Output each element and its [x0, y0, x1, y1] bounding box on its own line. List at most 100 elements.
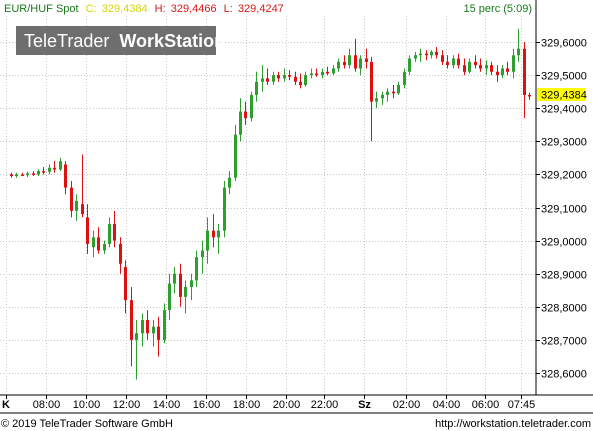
x-tick-label: 10:00 — [73, 399, 101, 411]
candle-body-down — [130, 300, 133, 340]
plot-area[interactable] — [0, 0, 536, 395]
candle-body-up — [283, 75, 286, 79]
candle-body-down — [277, 75, 280, 79]
candle-body-down — [496, 71, 499, 76]
x-tick-label: 20:00 — [273, 399, 301, 411]
candle-body-up — [348, 55, 351, 66]
candle-body-up — [272, 75, 275, 82]
candle-body-down — [10, 174, 13, 177]
candle-body-down — [425, 53, 428, 56]
header-symbol: EUR/HUF Spot — [4, 3, 79, 15]
candle-body-down — [370, 61, 373, 102]
candle-body-down — [70, 187, 73, 211]
header-high-label: H: — [155, 3, 166, 15]
candle-body-down — [32, 173, 35, 175]
header-low-value: 329,4247 — [238, 3, 284, 15]
candle-body-down — [119, 243, 122, 264]
header-close-label: C: — [86, 3, 97, 15]
candle-body-down — [490, 65, 493, 72]
candle-body-down — [315, 73, 318, 76]
candle-body-up — [217, 230, 220, 238]
y-tick-label: 329,2000 — [541, 170, 587, 182]
x-tick-label: Sz — [358, 399, 371, 411]
x-tick-label: 06:00 — [472, 399, 500, 411]
header-interval: 15 perc (5:09) — [464, 3, 532, 15]
y-tick-label: 329,4000 — [541, 104, 587, 116]
candle-body-down — [53, 167, 56, 170]
candle-body-up — [250, 94, 253, 119]
candle-body-up — [337, 61, 340, 69]
candle-body-up — [430, 51, 433, 56]
candle-body-down — [326, 71, 329, 74]
watermark: TeleTrader WorkStation — [16, 26, 225, 55]
x-tick-label: 16:00 — [193, 399, 221, 411]
y-tick-label: 329,3000 — [541, 137, 587, 149]
candle-body-up — [37, 171, 40, 175]
candle-body-down — [474, 61, 477, 66]
candle-body-up — [403, 71, 406, 86]
header-close-value: 329,4384 — [102, 3, 148, 15]
candle-body-down — [288, 75, 291, 77]
candle-body-down — [113, 224, 116, 241]
candle-body-down — [81, 204, 84, 215]
footer-copyright: © 2019 TeleTrader Software GmbH — [1, 418, 173, 430]
x-tick-label: 04:00 — [433, 399, 461, 411]
candle-body-down — [97, 237, 100, 251]
candle-body-down — [354, 55, 357, 69]
candle-body-down — [266, 78, 269, 82]
candle-body-up — [452, 58, 455, 66]
candle-body-down — [463, 65, 466, 72]
candle-body-down — [21, 174, 24, 176]
candle-body-up — [103, 243, 106, 251]
candle-body-up — [468, 61, 471, 72]
last-price-tag: 329,4384 — [537, 88, 587, 102]
candle-body-up — [163, 310, 166, 340]
candle-body-down — [446, 61, 449, 66]
candle-body-down — [212, 230, 215, 238]
candle-body-up — [206, 230, 209, 251]
footer-url[interactable]: http://workstation.teletrader.com — [435, 418, 591, 430]
candle-body-up — [304, 75, 307, 86]
chart-window: TeleTrader WorkStation EUR/HUF Spot C: 3… — [0, 0, 593, 431]
candle-body-up — [234, 134, 237, 178]
candle-body-up — [15, 174, 18, 177]
candle-body-up — [228, 177, 231, 188]
candle — [223, 181, 226, 238]
candle-body-up — [239, 111, 242, 135]
candle-body-down — [294, 76, 297, 82]
candle-body-down — [528, 94, 531, 97]
candle-body-down — [523, 48, 526, 95]
x-tick-label: 02:00 — [393, 399, 421, 411]
header-info: EUR/HUF Spot C: 329,4384 H: 329,4466 L: … — [4, 3, 284, 15]
candle-body-up — [92, 237, 95, 248]
x-tick-label: 07:45 — [508, 399, 536, 411]
candle-body-up — [332, 68, 335, 74]
x-tick-label: 22:00 — [311, 399, 339, 411]
candle-body-down — [479, 65, 482, 69]
candle-body-down — [435, 51, 438, 56]
x-tick-label: 14:00 — [153, 399, 181, 411]
candle-body-up — [75, 200, 78, 211]
candle-body-up — [310, 73, 313, 76]
y-tick-label: 329,1000 — [541, 204, 587, 216]
candle-body-up — [255, 81, 258, 95]
header-low-label: L: — [224, 3, 233, 15]
candle-body-up — [375, 98, 378, 102]
candle-body-up — [517, 48, 520, 56]
candle-body-up — [261, 78, 264, 82]
candle-body-down — [343, 61, 346, 66]
candle-body-up — [173, 273, 176, 284]
y-tick-label: 328,9000 — [541, 270, 587, 282]
watermark-text-bold: WorkStation — [119, 31, 225, 51]
candle-body-up — [397, 85, 400, 94]
candle-body-down — [146, 320, 149, 334]
candle — [250, 91, 253, 122]
candle-body-up — [501, 68, 504, 76]
x-tick-label: 18:00 — [233, 399, 261, 411]
last-price-tag-text: 329,4384 — [541, 90, 587, 102]
price-chart[interactable]: TeleTrader WorkStation EUR/HUF Spot C: 3… — [0, 0, 593, 431]
candle-body-up — [485, 65, 488, 69]
candle-body-down — [365, 58, 368, 62]
candle-body-down — [392, 91, 395, 94]
candle-body-down — [506, 68, 509, 72]
